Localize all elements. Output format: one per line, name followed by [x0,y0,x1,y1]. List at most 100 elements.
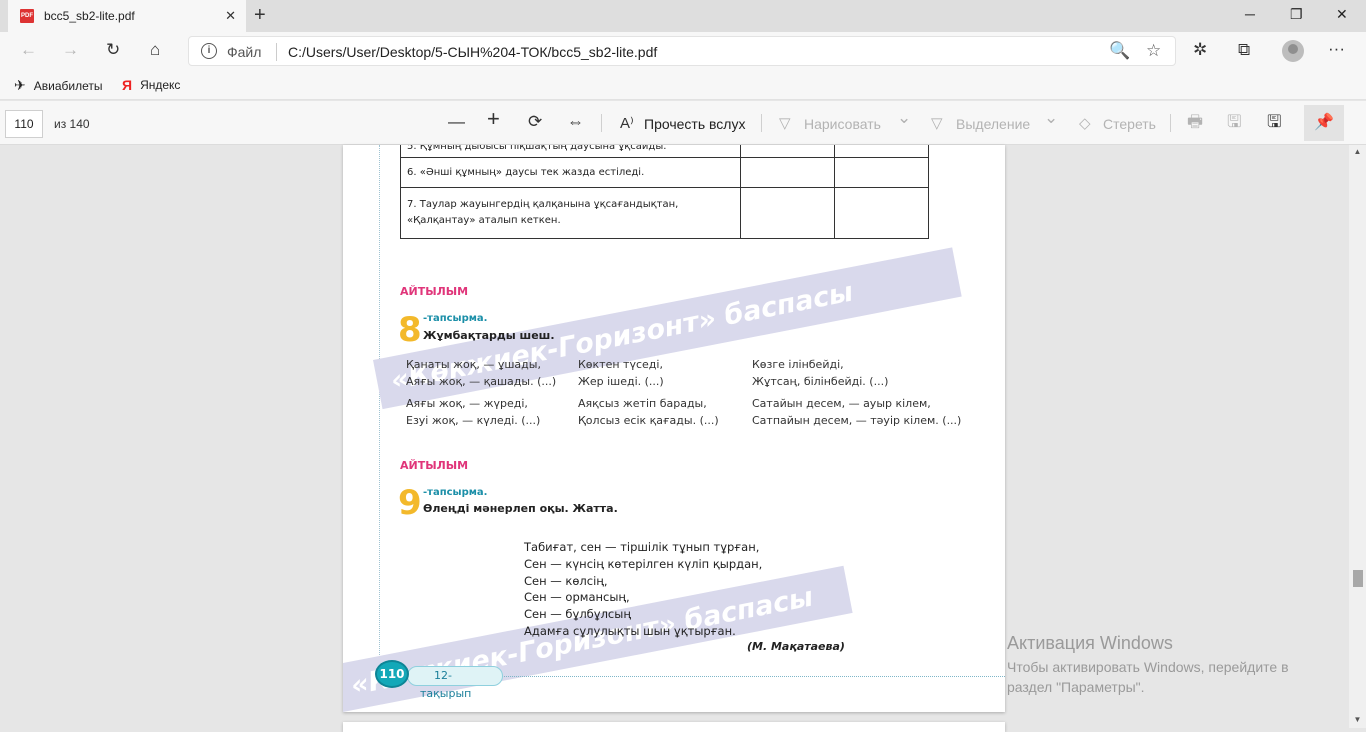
topic-label: 12-тақырып [407,666,503,700]
draw-button[interactable]: Нарисовать [804,116,881,132]
more-menu-icon[interactable]: ··· [1328,39,1345,59]
collections-icon[interactable]: ⧉ [1238,40,1250,60]
erase-button[interactable]: Стереть [1103,116,1156,132]
riddle-line: Көзге ілінбейді, [752,358,844,371]
poem-line: Табиғат, сен — тіршілік тұнып тұрған, [524,540,760,554]
table-cell: 7. Таулар жауынгердің қалқанына ұқсағанд… [400,187,741,239]
table-cell: 6. «Әнші құмның» даусы тек жазда естілед… [400,157,741,188]
pdf-page: 5. Құмның дыбысы піқшақтың даусына ұқсай… [343,145,1005,712]
url-text[interactable]: C:/Users/User/Desktop/5-СЫН%204-ТОК/bcc5… [288,44,657,60]
poem-line: Сен — күнсің көтерілген күліп қырдан, [524,556,763,571]
home-button[interactable]: ⌂ [150,40,160,60]
scrollbar-thumb[interactable] [1353,570,1363,587]
riddle-line: Езуі жоқ, — күледі. (...) [406,414,541,427]
riddle-line: Сатпайын десем, — тәуір кілем. (...) [752,414,962,427]
zoom-in-button[interactable]: + [487,108,500,130]
table-cell [834,145,929,158]
poem-block: Табиғат, сен — тіршілік тұнып тұрған, Се… [524,539,762,640]
yandex-icon: Я [122,77,133,93]
table-cell: 5. Құмның дыбысы піқшақтың даусына ұқсай… [400,145,741,158]
tab-active[interactable]: PDF bcc5_sb2-lite.pdf ✕ [8,0,246,32]
riddle-item: Қанаты жоқ, — ұшады, Аяғы жоқ, — қашады.… [406,356,556,390]
toolbar-divider [1170,114,1171,132]
minimize-button[interactable]: ─ [1245,6,1255,22]
riddle-item: Аяқсыз жетіп барады, Қолсыз есік қағады.… [578,395,719,429]
chevron-down-icon[interactable]: ⌄ [1044,108,1058,128]
scroll-down-arrow[interactable]: ▼ [1349,715,1366,724]
new-tab-button[interactable]: + [254,4,266,26]
draw-icon[interactable]: ▽ [779,114,791,134]
favorites-bar: ✈ Авиабилеты Я Яндекс [0,70,1366,100]
task-number: 9 [398,483,422,523]
favorite-aviabilety[interactable]: ✈ Авиабилеты [14,77,102,94]
profile-avatar[interactable] [1282,40,1304,62]
riddle-line: Қанаты жоқ, — ұшады, [406,358,541,371]
task-title: Өлеңді мәнерлеп оқы. Жатта. [423,502,618,515]
favorites-icon[interactable]: ✲ [1193,40,1207,60]
read-aloud-icon[interactable]: A⁾ [620,114,634,134]
read-aloud-button[interactable]: Прочесть вслух [644,116,745,132]
riddle-item: Аяғы жоқ, — жүреді, Езуі жоқ, — күледі. … [406,395,540,429]
tab-title: bcc5_sb2-lite.pdf [44,9,135,23]
riddle-line: Жер ішеді. (...) [578,375,664,388]
table-row: 5. Құмның дыбысы піқшақтың даусына ұқсай… [400,145,929,158]
pdf-file-icon: PDF [20,9,34,23]
print-icon[interactable]: 🖶 [1187,112,1203,132]
refresh-button[interactable]: ↻ [106,40,120,60]
task-title: Жұмбақтарды шеш. [423,329,555,342]
table-cell [740,157,835,188]
eraser-icon[interactable]: ◇ [1079,114,1091,134]
favorite-star-icon[interactable]: ☆ [1146,41,1161,61]
page-margin-line [379,145,380,665]
forward-button[interactable]: → [62,40,79,60]
table-cell [740,145,835,158]
page-number-input[interactable]: 110 [5,110,43,138]
vertical-scrollbar[interactable]: ▲ ▼ [1349,145,1366,728]
favorite-label: Авиабилеты [33,78,103,93]
tab-close-icon[interactable]: ✕ [225,8,236,24]
address-divider [276,43,277,61]
toolbar-divider [601,114,602,132]
fit-page-button[interactable]: ⇔ [567,112,584,132]
activation-text: Чтобы активировать Windows, перейдите в … [1007,659,1289,695]
address-bar[interactable]: i Файл C:/Users/User/Desktop/5-СЫН%204-Т… [188,36,1176,66]
scroll-up-arrow[interactable]: ▲ [1349,147,1366,156]
save-as-icon[interactable]: 🖫 [1267,112,1281,132]
poem-author: (М. Мақатаева) [747,640,845,653]
task-label: -тапсырма. [423,487,488,498]
favorite-yandex[interactable]: Я Яндекс [122,77,180,93]
airplane-icon: ✈ [14,77,26,93]
zoom-icon[interactable]: 🔍 [1109,41,1130,61]
restore-button[interactable]: ❐ [1290,6,1303,23]
riddle-item: Сатайын десем, — ауыр кілем, Сатпайын де… [752,395,961,429]
table-row: 6. «Әнші құмның» даусы тек жазда естілед… [400,157,929,188]
url-scheme-label: Файл [227,44,262,60]
activation-title: Активация Windows [1007,633,1173,653]
riddle-line: Қолсыз есік қағады. (...) [578,414,719,427]
task-label: -тапсырма. [423,313,488,324]
table-row: 7. Таулар жауынгердің қалқанына ұқсағанд… [400,187,929,239]
table-cell [834,187,929,239]
back-button[interactable]: ← [20,40,37,60]
tab-strip: PDF bcc5_sb2-lite.pdf ✕ + ─ ❐ ✕ [0,0,1366,32]
poem-line: Сен — бұлбұлсың [524,607,631,622]
rotate-button[interactable]: ⟳ [528,112,542,132]
riddle-line: Аяғы жоқ, — жүреді, [406,397,528,410]
pin-toolbar-icon[interactable]: 📌 [1304,105,1344,141]
chevron-down-icon[interactable]: ⌄ [897,108,911,128]
highlight-icon[interactable]: ▽ [931,114,943,134]
poem-line: Адамға сұлулықты шын ұқтырған. [524,623,736,638]
statements-table: 5. Құмның дыбысы піқшақтың даусына ұқсай… [400,145,929,239]
save-icon[interactable]: 🖫 [1227,112,1241,132]
highlight-button[interactable]: Выделение [956,116,1030,132]
riddle-line: Көктен түседі, [578,358,663,371]
zoom-out-button[interactable]: — [448,112,465,132]
riddle-item: Көктен түседі, Жер ішеді. (...) [578,356,664,390]
close-window-button[interactable]: ✕ [1336,6,1348,23]
section-heading: АЙТЫЛЫМ [400,459,469,472]
toolbar-divider [761,114,762,132]
site-info-icon[interactable]: i [201,43,217,59]
riddle-line: Сатайын десем, — ауыр кілем, [752,397,931,410]
riddle-line: Аяғы жоқ, — қашады. (...) [406,375,557,388]
page-count-label: из 140 [54,117,90,131]
